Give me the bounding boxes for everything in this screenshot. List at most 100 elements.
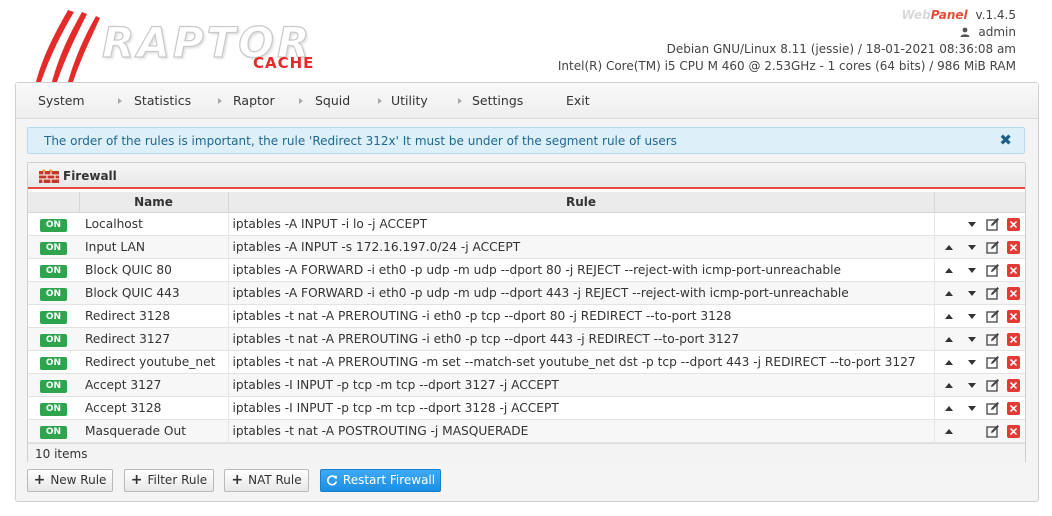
move-down-icon[interactable] — [967, 336, 976, 342]
user-line: admin — [558, 24, 1016, 41]
move-down-icon[interactable] — [967, 313, 976, 319]
status-toggle[interactable]: ON — [40, 264, 67, 278]
move-up-icon[interactable] — [944, 336, 953, 342]
edit-icon[interactable] — [985, 355, 1000, 369]
delete-icon[interactable] — [1006, 332, 1020, 346]
restart-firewall-button[interactable]: Restart Firewall — [320, 469, 441, 492]
table-row: ON Localhost iptables -A INPUT -i lo -j AC… — [28, 212, 1025, 236]
status-toggle[interactable]: ON — [40, 287, 67, 301]
column-header-status — [28, 192, 80, 213]
move-down-icon[interactable] — [967, 359, 976, 365]
delete-icon[interactable] — [1006, 263, 1020, 277]
move-down-icon[interactable] — [967, 244, 976, 250]
status-toggle[interactable]: ON — [40, 218, 67, 232]
main-panel: System Statistics Raptor Squid Utility S… — [15, 82, 1039, 502]
nav-system[interactable]: System — [38, 83, 85, 119]
firewall-panel-header: Firewall — [28, 163, 1025, 189]
table-row: ON Redirect 3127 iptables -t nat -A PREROU… — [28, 327, 1025, 351]
edit-icon[interactable] — [985, 217, 1000, 231]
delete-icon[interactable] — [1006, 401, 1020, 415]
edit-icon[interactable] — [985, 240, 1000, 254]
table-row: ON Accept 3127 iptables -I INPUT -p tcp -m… — [28, 373, 1025, 397]
nav-statistics[interactable]: Statistics — [134, 83, 191, 119]
edit-icon[interactable] — [985, 263, 1000, 277]
move-down-icon[interactable] — [967, 267, 976, 273]
rule-command: iptables -A INPUT -i lo -j ACCEPT — [228, 212, 935, 236]
rule-name: Masquerade Out — [79, 419, 229, 443]
rule-command: iptables -A FORWARD -i eth0 -p udp -m ud… — [228, 281, 935, 305]
raptor-cache-logo: RAPTOR CACHE — [30, 8, 340, 93]
nav-settings[interactable]: Settings — [472, 83, 523, 119]
edit-icon[interactable] — [985, 378, 1000, 392]
rule-name: Redirect 3128 — [79, 304, 229, 328]
plus-icon: + — [231, 472, 244, 488]
firewall-title: Firewall — [63, 169, 117, 183]
delete-icon[interactable] — [1006, 309, 1020, 323]
nav-separator-icon — [218, 98, 222, 104]
row-actions — [934, 212, 1025, 236]
rule-command: iptables -t nat -A PREROUTING -m set --m… — [228, 350, 935, 374]
table-footer: 10 items — [28, 443, 1025, 463]
move-down-icon[interactable] — [967, 221, 976, 227]
status-cell: ON — [28, 281, 79, 305]
alert-message: The order of the rules is important, the… — [44, 134, 677, 148]
table-header-row: Name Rule — [28, 192, 1025, 213]
restart-firewall-label: Restart Firewall — [342, 473, 436, 487]
column-header-actions — [934, 192, 1025, 213]
nav-exit[interactable]: Exit — [566, 83, 590, 119]
filter-rule-button[interactable]: + Filter Rule — [124, 469, 214, 492]
status-cell: ON — [28, 327, 79, 351]
move-up-icon[interactable] — [944, 405, 953, 411]
nav-separator-icon — [378, 98, 382, 104]
move-down-icon[interactable] — [967, 382, 976, 388]
column-header-rule[interactable]: Rule — [228, 192, 935, 213]
delete-icon[interactable] — [1006, 217, 1020, 231]
status-toggle[interactable]: ON — [40, 356, 67, 370]
move-up-icon[interactable] — [944, 267, 953, 273]
delete-icon[interactable] — [1006, 286, 1020, 300]
firewall-icon — [39, 169, 59, 183]
row-actions — [934, 258, 1025, 282]
delete-icon[interactable] — [1006, 424, 1020, 438]
status-toggle[interactable]: ON — [40, 310, 67, 324]
logo-subtitle: CACHE — [253, 54, 315, 72]
nav-utility[interactable]: Utility — [391, 83, 428, 119]
move-up-icon[interactable] — [944, 359, 953, 365]
move-down-icon[interactable] — [967, 290, 976, 296]
delete-icon[interactable] — [1006, 355, 1020, 369]
nat-rule-button[interactable]: + NAT Rule — [224, 469, 309, 492]
move-up-icon[interactable] — [944, 382, 953, 388]
new-rule-button[interactable]: + New Rule — [27, 469, 113, 492]
close-icon[interactable]: ✖ — [999, 131, 1012, 149]
filter-rule-label: Filter Rule — [147, 473, 208, 487]
move-up-icon[interactable] — [944, 428, 953, 434]
delete-icon[interactable] — [1006, 378, 1020, 392]
status-toggle[interactable]: ON — [40, 402, 67, 416]
status-toggle[interactable]: ON — [40, 241, 67, 255]
status-toggle[interactable]: ON — [40, 333, 67, 347]
status-toggle[interactable]: ON — [40, 425, 67, 439]
status-cell: ON — [28, 396, 79, 420]
delete-icon[interactable] — [1006, 240, 1020, 254]
status-toggle[interactable]: ON — [40, 379, 67, 393]
move-down-icon[interactable] — [967, 405, 976, 411]
status-cell: ON — [28, 304, 79, 328]
rule-name: Block QUIC 80 — [79, 258, 229, 282]
edit-icon[interactable] — [985, 286, 1000, 300]
nav-squid[interactable]: Squid — [315, 83, 350, 119]
move-up-icon[interactable] — [944, 244, 953, 250]
rule-command: iptables -A INPUT -s 172.16.197.0/24 -j … — [228, 235, 935, 259]
edit-icon[interactable] — [985, 332, 1000, 346]
nav-raptor[interactable]: Raptor — [233, 83, 275, 119]
table-row: ON Accept 3128 iptables -I INPUT -p tcp -m… — [28, 396, 1025, 420]
column-header-name[interactable]: Name — [79, 192, 229, 213]
nav-separator-icon — [299, 98, 303, 104]
edit-icon[interactable] — [985, 401, 1000, 415]
edit-icon[interactable] — [985, 309, 1000, 323]
edit-icon[interactable] — [985, 424, 1000, 438]
move-up-icon[interactable] — [944, 290, 953, 296]
status-cell: ON — [28, 258, 79, 282]
move-up-icon[interactable] — [944, 313, 953, 319]
firewall-rules-table: Name Rule ON Localhost iptables -A INPUT -… — [28, 192, 1025, 443]
status-cell: ON — [28, 235, 79, 259]
